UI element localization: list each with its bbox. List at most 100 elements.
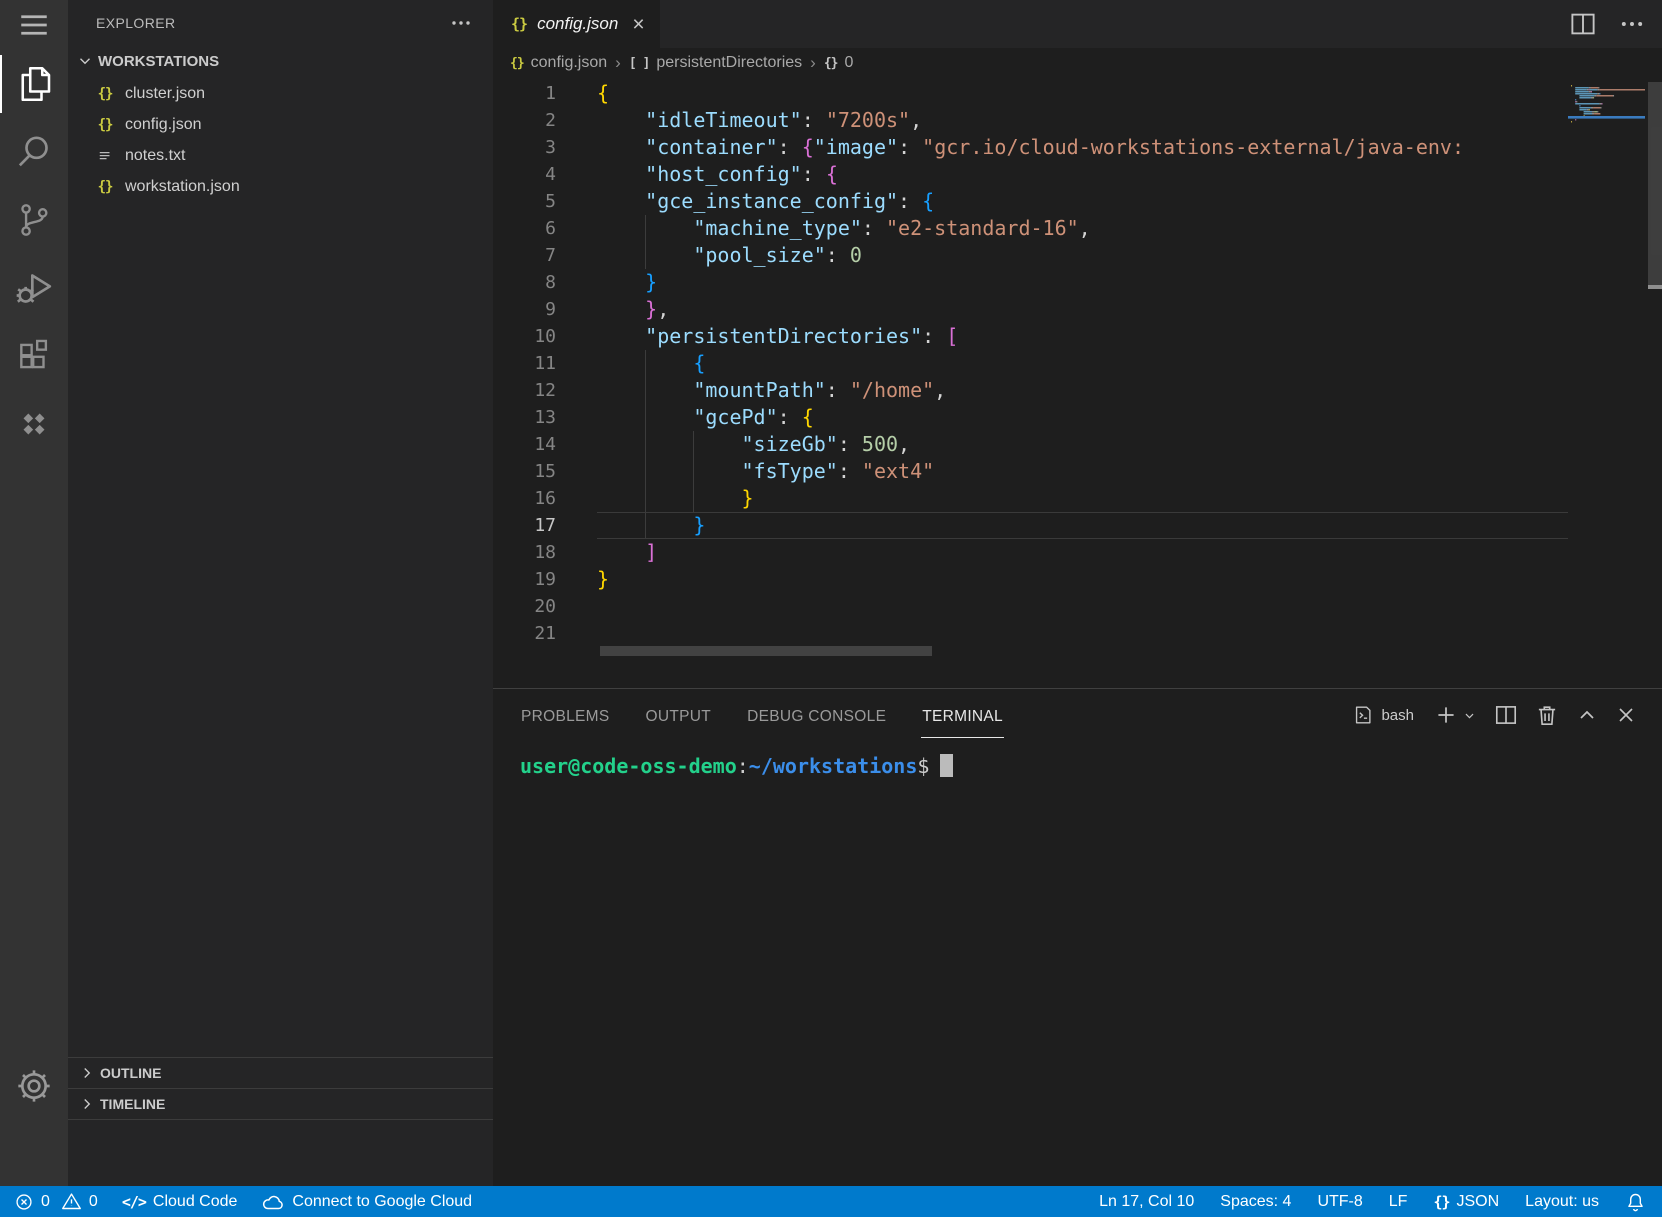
sidebar-item-source-control[interactable] — [0, 186, 68, 254]
language-mode-status[interactable]: {} JSON — [1433, 1193, 1499, 1211]
workspace-section-header[interactable]: WORKSTATIONS — [68, 46, 493, 76]
code-line-19[interactable]: 19} — [493, 566, 1662, 593]
line-number: 18 — [493, 539, 556, 566]
indent-guide — [645, 350, 646, 377]
code-line-10[interactable]: 10 "persistentDirectories": [ — [493, 323, 1662, 350]
tab-output[interactable]: OUTPUT — [645, 693, 713, 738]
keyboard-layout-status[interactable]: Layout: us — [1525, 1193, 1599, 1211]
sidebar-item-explorer[interactable] — [0, 50, 68, 118]
code-line-11[interactable]: 11 { — [493, 350, 1662, 377]
code-line-8[interactable]: 8 } — [493, 269, 1662, 296]
code-line-15[interactable]: 15 "fsType": "ext4" — [493, 458, 1662, 485]
cloud-code-status[interactable]: </> Cloud Code — [122, 1193, 238, 1211]
files-icon — [13, 63, 55, 105]
split-terminal-icon[interactable] — [1493, 702, 1519, 728]
cursor-position-status[interactable]: Ln 17, Col 10 — [1099, 1193, 1194, 1211]
line-number: 16 — [493, 485, 556, 512]
close-panel-icon[interactable] — [1614, 703, 1638, 727]
gear-icon — [14, 1066, 54, 1106]
maximize-panel-chevron-up-icon[interactable] — [1575, 703, 1599, 727]
indent-guide — [645, 431, 646, 458]
text-file-icon — [94, 147, 116, 165]
vertical-scrollbar[interactable] — [1648, 82, 1662, 285]
code-line-6[interactable]: 6 "machine_type": "e2-standard-16", — [493, 215, 1662, 242]
notifications-bell-icon[interactable] — [1625, 1191, 1646, 1212]
code-editor[interactable]: 1{2 "idleTimeout": "7200s",3 "container"… — [493, 80, 1662, 647]
outline-label: OUTLINE — [100, 1065, 161, 1081]
tab-config-json[interactable]: {} config.json × — [493, 0, 660, 48]
json-braces-icon: {} — [1433, 1193, 1449, 1211]
tab-terminal[interactable]: TERMINAL — [921, 693, 1004, 738]
timeline-section-header[interactable]: TIMELINE — [68, 1088, 493, 1120]
code-line-13[interactable]: 13 "gcePd": { — [493, 404, 1662, 431]
encoding-status[interactable]: UTF-8 — [1317, 1193, 1362, 1211]
breadcrumb-symbol-array[interactable]: [ ] persistentDirectories — [629, 54, 802, 72]
line-number: 20 — [493, 593, 556, 620]
code-line-9[interactable]: 9 }, — [493, 296, 1662, 323]
activity-bar — [0, 0, 68, 1186]
terminal[interactable]: user@code-oss-demo:~/workstations$ — [493, 741, 1662, 780]
code-line-7[interactable]: 7 "pool_size": 0 — [493, 242, 1662, 269]
line-number: 13 — [493, 404, 556, 431]
kill-terminal-trash-icon[interactable] — [1534, 702, 1560, 728]
sidebar-item-gemini[interactable] — [0, 390, 68, 458]
code-line-2[interactable]: 2 "idleTimeout": "7200s", — [493, 107, 1662, 134]
line-number: 21 — [493, 620, 556, 647]
chevron-down-icon[interactable] — [1461, 707, 1478, 724]
json-braces-icon: {} — [510, 56, 524, 71]
code-line-17[interactable]: 17 } — [493, 512, 1662, 539]
file-name: cluster.json — [125, 85, 205, 103]
sidebar-explorer: EXPLORER WORKSTATIONS {}cluster.json{}co… — [68, 0, 493, 1186]
code-line-3[interactable]: 3 "container": {"image": "gcr.io/cloud-w… — [493, 134, 1662, 161]
settings-button[interactable] — [0, 1052, 68, 1120]
problems-status[interactable]: 0 0 — [14, 1191, 98, 1212]
sidebar-item-extensions[interactable] — [0, 322, 68, 390]
indent-guide — [645, 242, 646, 269]
minimap[interactable] — [1568, 80, 1645, 360]
sidebar-item-search[interactable] — [0, 118, 68, 186]
file-row-notes.txt[interactable]: notes.txt — [68, 140, 493, 171]
indent-guide — [645, 458, 646, 485]
code-line-20[interactable]: 20 — [493, 593, 1662, 620]
line-number: 11 — [493, 350, 556, 377]
terminal-shell-selector[interactable]: bash — [1352, 704, 1414, 726]
more-actions-icon[interactable] — [1618, 10, 1646, 38]
horizontal-scrollbar[interactable] — [600, 646, 932, 656]
code-line-4[interactable]: 4 "host_config": { — [493, 161, 1662, 188]
tab-debug-console[interactable]: DEBUG CONSOLE — [746, 693, 887, 738]
file-row-cluster.json[interactable]: {}cluster.json — [68, 78, 493, 109]
connect-google-cloud-status[interactable]: Connect to Google Cloud — [261, 1190, 472, 1214]
breadcrumb-symbol-object[interactable]: {} 0 — [824, 54, 854, 72]
sidebar-item-run-debug[interactable] — [0, 254, 68, 322]
warning-triangle-icon — [61, 1191, 82, 1212]
search-icon — [14, 132, 54, 172]
line-number: 10 — [493, 323, 556, 350]
file-list: {}cluster.json{}config.jsonnotes.txt{}wo… — [68, 76, 493, 202]
indent-guide — [645, 404, 646, 431]
code-line-14[interactable]: 14 "sizeGb": 500, — [493, 431, 1662, 458]
tab-problems[interactable]: PROBLEMS — [520, 693, 611, 738]
json-braces-icon: {} — [94, 179, 116, 195]
code-line-16[interactable]: 16 } — [493, 485, 1662, 512]
code-line-5[interactable]: 5 "gce_instance_config": { — [493, 188, 1662, 215]
menu-button[interactable] — [0, 0, 68, 50]
line-number: 19 — [493, 566, 556, 593]
breadcrumb-file[interactable]: {} config.json — [510, 54, 607, 72]
file-row-workstation.json[interactable]: {}workstation.json — [68, 171, 493, 202]
code-line-21[interactable]: 21 — [493, 620, 1662, 647]
code-line-1[interactable]: 1{ — [493, 80, 1662, 107]
explorer-more-actions-icon[interactable] — [449, 11, 473, 35]
code-line-18[interactable]: 18 ] — [493, 539, 1662, 566]
split-editor-icon[interactable] — [1568, 9, 1598, 39]
file-row-config.json[interactable]: {}config.json — [68, 109, 493, 140]
code-tag-icon: </> — [122, 1193, 146, 1211]
outline-section-header[interactable]: OUTLINE — [68, 1057, 493, 1088]
eol-status[interactable]: LF — [1389, 1193, 1408, 1211]
extensions-icon — [15, 337, 53, 375]
new-terminal-button[interactable] — [1433, 702, 1478, 728]
file-name: notes.txt — [125, 147, 185, 165]
close-icon[interactable]: × — [632, 14, 644, 35]
indent-guide — [645, 377, 646, 404]
indentation-status[interactable]: Spaces: 4 — [1220, 1193, 1291, 1211]
code-line-12[interactable]: 12 "mountPath": "/home", — [493, 377, 1662, 404]
